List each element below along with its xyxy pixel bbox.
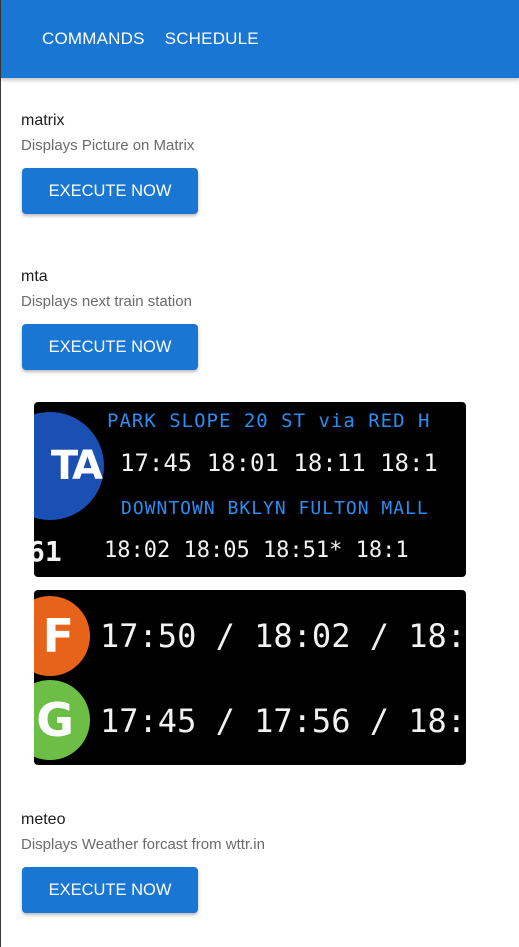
g-train-bullet: G [34,680,90,760]
g-train-times: 17:45 / 17:56 / 18:0 [100,702,466,740]
command-description: Displays Weather forcast from wttr.in [21,836,265,853]
command-mta: mta Displays next train station [21,268,192,310]
command-meteo: meteo Displays Weather forcast from wttr… [21,811,265,853]
g-train-letter: G [36,693,74,747]
command-name: matrix [21,112,65,129]
bus-times-2: 18:02 18:05 18:51* 18:1 [104,538,409,563]
mta-logo: TA [34,412,104,520]
tab-schedule[interactable]: SCHEDULE [165,29,259,49]
f-train-letter: F [42,609,74,663]
mta-logo-text: TA [50,443,103,489]
app-bar: COMMANDS SCHEDULE [1,0,519,78]
bus-route-number: 61 [34,535,62,568]
tab-commands[interactable]: COMMANDS [42,29,145,49]
command-name: mta [21,268,48,285]
command-name: meteo [21,811,66,828]
f-train-bullet: F [34,596,90,676]
bus-times-1: 17:45 18:01 18:11 18:1 [120,449,438,477]
command-matrix: matrix Displays Picture on Matrix [21,112,194,154]
bus-destination-1: PARK SLOPE 20 ST via RED H [107,410,431,432]
f-train-times: 17:50 / 18:02 / 18:1 [100,617,466,655]
command-description: Displays Picture on Matrix [21,137,195,154]
mta-bus-display: TA PARK SLOPE 20 ST via RED H 17:45 18:0… [34,402,466,577]
execute-now-button-mta[interactable]: EXECUTE NOW [22,324,198,370]
bus-destination-2: DOWNTOWN BKLYN FULTON MALL [121,498,429,519]
execute-now-button-matrix[interactable]: EXECUTE NOW [22,168,198,214]
command-description: Displays next train station [21,293,192,310]
execute-now-button-meteo[interactable]: EXECUTE NOW [22,867,198,913]
mta-subway-display: F 17:50 / 18:02 / 18:1 G 17:45 / 17:56 /… [34,590,466,765]
